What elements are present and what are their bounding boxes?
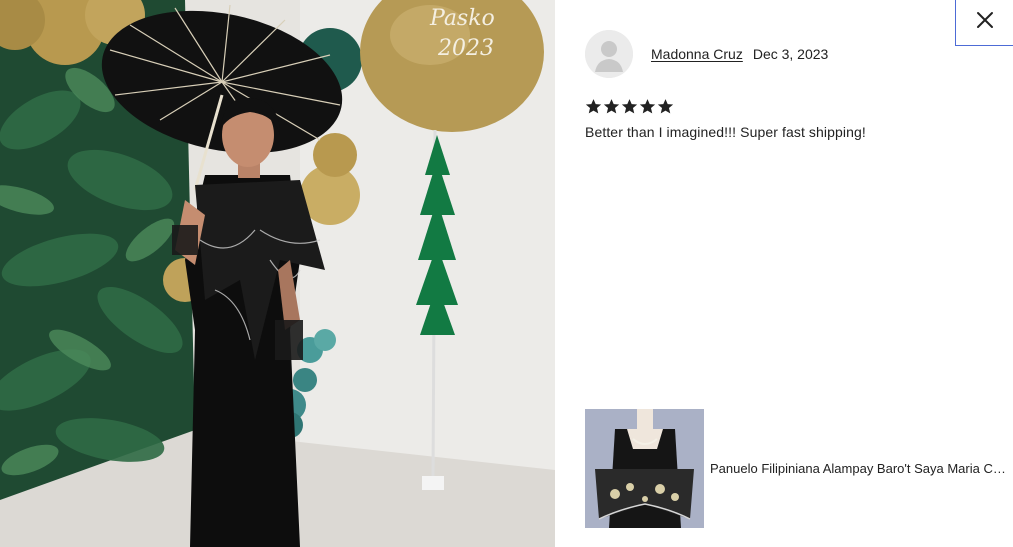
star-icon (585, 99, 602, 114)
reviewer-info: Madonna Cruz Dec 3, 2023 (585, 30, 828, 78)
review-date: Dec 3, 2023 (752, 46, 829, 62)
star-icon (639, 99, 656, 114)
reviewer-name-link[interactable]: Madonna Cruz (651, 46, 743, 62)
star-rating (585, 98, 674, 115)
review-photo-image: Pasko 2023 (0, 0, 555, 547)
purchased-item-link[interactable]: Panuelo Filipiniana Alampay Baro't Saya … (585, 409, 1008, 528)
item-thumbnail (585, 409, 704, 528)
close-button[interactable] (955, 0, 1013, 46)
review-photo: Pasko 2023 (0, 0, 555, 547)
review-panel: Madonna Cruz Dec 3, 2023 Better than I i… (555, 0, 1013, 547)
close-icon (976, 11, 994, 34)
star-icon (603, 99, 620, 114)
star-icon (657, 99, 674, 114)
balloon-text-year: 2023 (437, 36, 494, 61)
balloon-text-pasko: Pasko (429, 6, 495, 31)
user-avatar-icon (585, 30, 633, 78)
review-text: Better than I imagined!!! Super fast shi… (585, 124, 866, 140)
star-icon (621, 99, 638, 114)
item-title: Panuelo Filipiniana Alampay Baro't Saya … (710, 461, 1008, 476)
